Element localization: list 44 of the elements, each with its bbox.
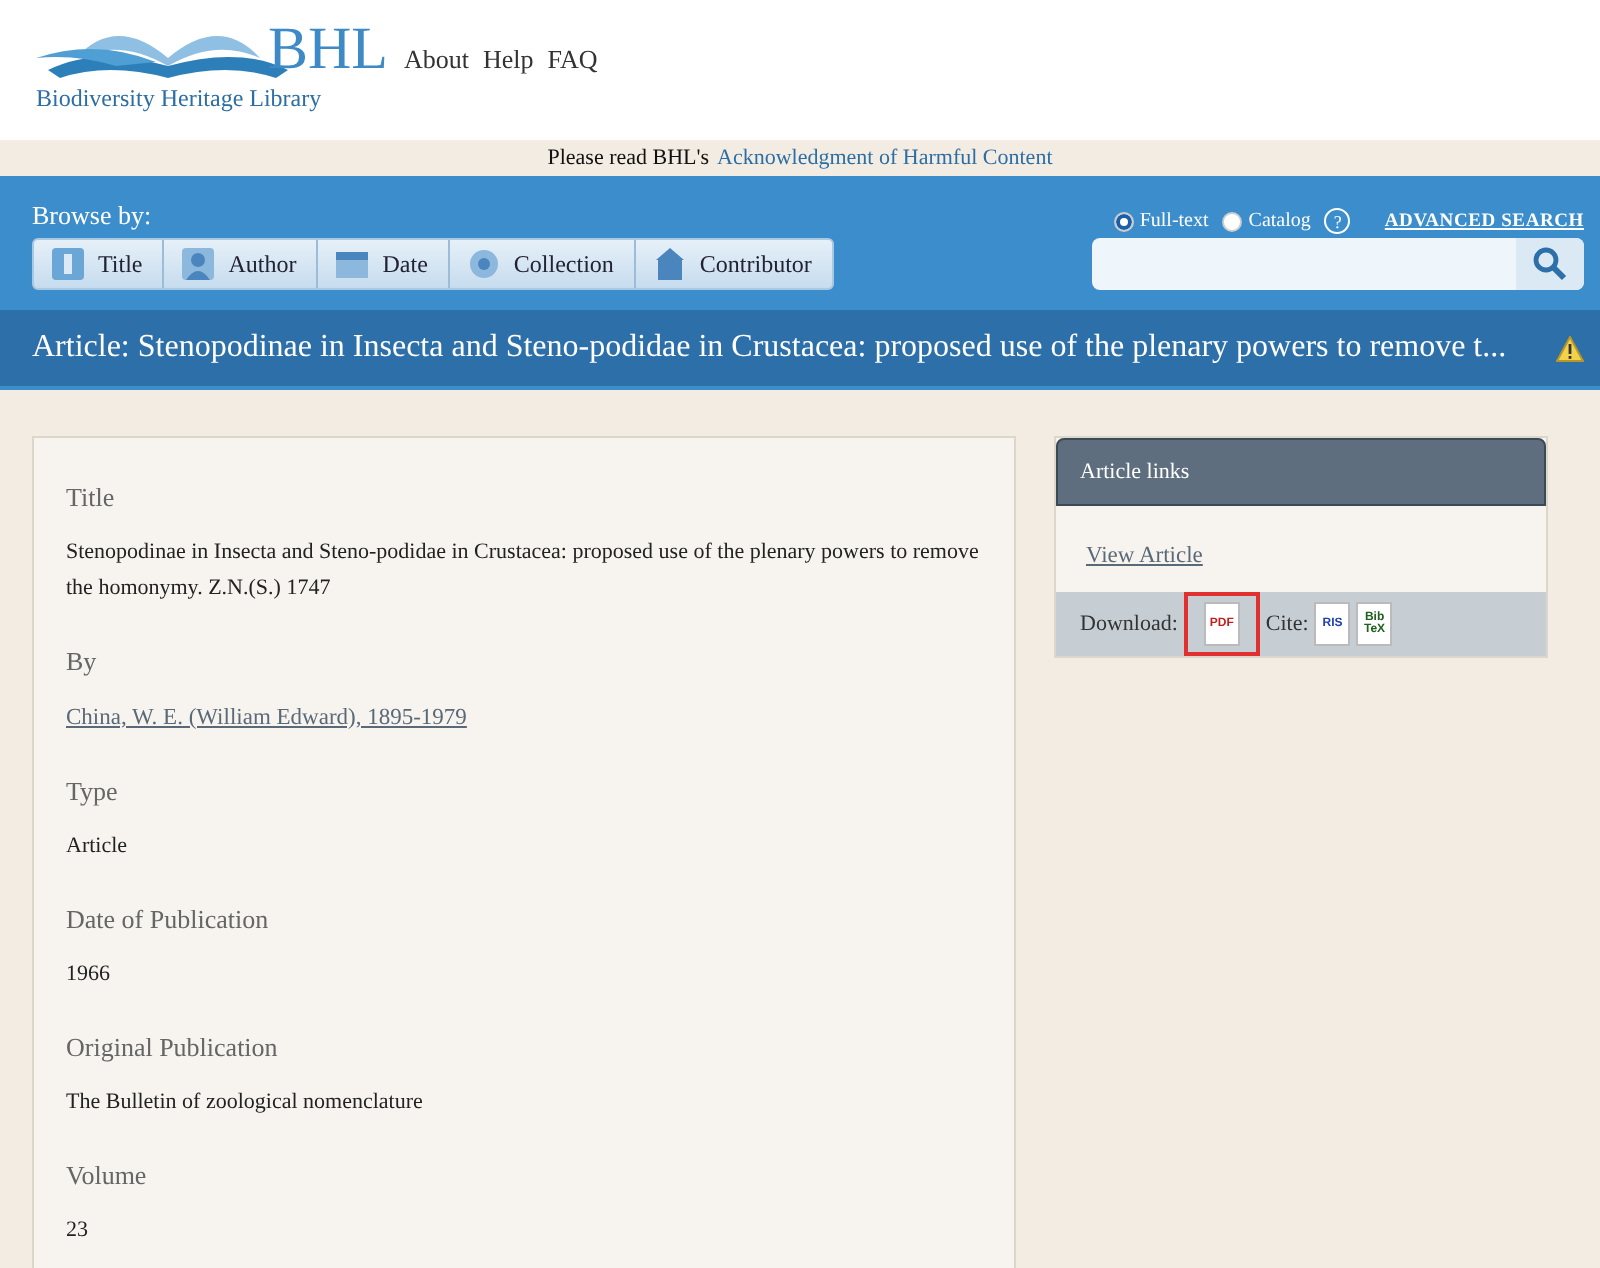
field-value: 23 xyxy=(66,1216,90,1246)
warning-icon[interactable] xyxy=(1556,335,1584,361)
search-mode-radio[interactable] xyxy=(1222,211,1243,231)
help-icon[interactable]: ? xyxy=(1324,208,1351,234)
browse-label: Browse by: xyxy=(32,200,154,232)
search-icon xyxy=(1532,246,1568,282)
browse-button[interactable]: Collection xyxy=(449,240,636,288)
field-label: Title xyxy=(66,482,117,514)
field-label: Volume xyxy=(66,1160,149,1192)
browse-button[interactable]: Author xyxy=(164,240,319,288)
page-title: Article: Stenopodinae in Insecta and Steno-podidae in Crustacea: proposed use of the plenary powers to remove t... xyxy=(32,330,1507,366)
advanced-search-link[interactable]: ADVANCED SEARCH xyxy=(1384,211,1584,231)
cite-label: Cite: xyxy=(1265,612,1309,636)
view-article-link[interactable]: View Article xyxy=(1086,544,1203,568)
search-mode-radio[interactable] xyxy=(1113,211,1134,231)
browse-button[interactable]: Contributor xyxy=(635,240,832,288)
browse-button[interactable]: Title xyxy=(34,240,165,288)
search-button[interactable] xyxy=(1516,238,1584,290)
search-mode-label: Full-text xyxy=(1139,210,1209,232)
harmful-content-link[interactable]: Acknowledgment of Harmful Content xyxy=(717,146,1053,170)
building-icon xyxy=(651,246,688,282)
nav-link[interactable]: FAQ xyxy=(547,44,598,80)
author-link[interactable]: China, W. E. (William Edward), 1895-1979 xyxy=(66,706,467,730)
logo-text[interactable]: BHL xyxy=(268,20,388,80)
field-value: The Bulletin of zoological nomenclature xyxy=(66,1088,425,1118)
nav-link[interactable]: About xyxy=(404,44,469,80)
calendar-icon xyxy=(334,246,371,282)
field-label: By xyxy=(66,646,99,678)
nav-link[interactable]: Help xyxy=(483,44,534,80)
notice-text: Please read BHL's xyxy=(547,146,710,170)
field-value: Stenopodinae in Insecta and Steno-podidae in Crustacea: proposed use of the plenary powers to remove the homonymy. Z.N.(S.) 1747 xyxy=(66,538,981,604)
letter-tile-icon xyxy=(50,246,86,282)
browse-button[interactable]: Date xyxy=(318,240,450,288)
search-field[interactable] xyxy=(1092,238,1584,290)
field-label: Date of Publication xyxy=(66,904,271,936)
logo-subtitle: Biodiversity Heritage Library xyxy=(36,84,322,114)
field-value: 1966 xyxy=(66,960,112,990)
field-value: Article xyxy=(66,832,130,862)
person-icon xyxy=(180,246,217,282)
field-label: Original Publication xyxy=(66,1032,280,1064)
panel-title: Article links xyxy=(1056,438,1546,506)
field-label: Type xyxy=(66,776,120,808)
download-label: Download: xyxy=(1080,612,1178,636)
search-mode-label: Catalog xyxy=(1248,210,1311,232)
